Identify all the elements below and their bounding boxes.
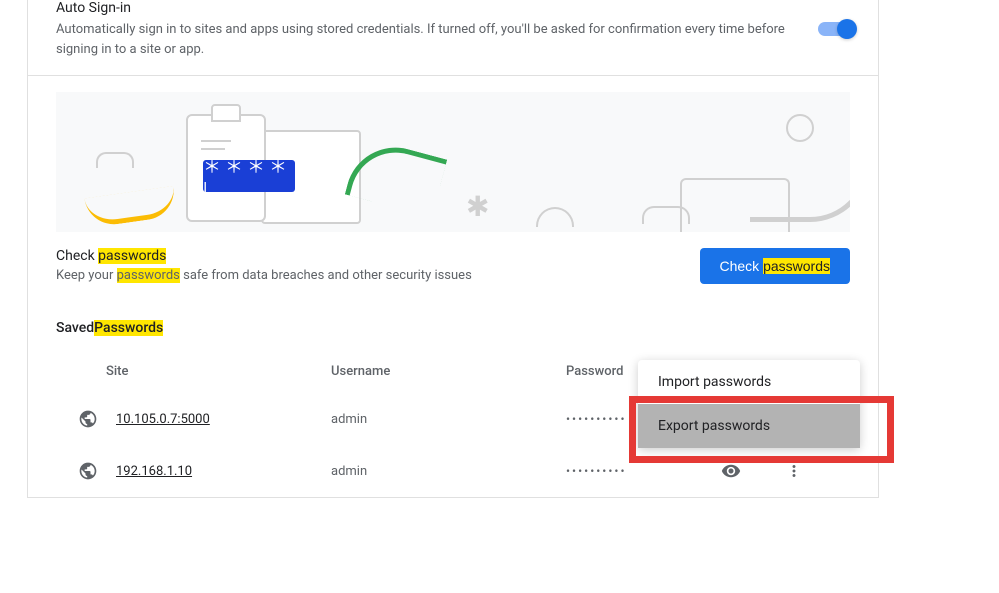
username-cell: admin [331, 412, 566, 427]
auto-signin-toggle[interactable] [818, 22, 854, 36]
check-passwords-button[interactable]: Check passwords [700, 248, 851, 284]
col-username: Username [331, 364, 566, 379]
more-vert-icon[interactable] [785, 462, 803, 480]
col-site: Site [106, 364, 331, 379]
username-cell: admin [331, 464, 566, 479]
site-link[interactable]: 10.105.0.7:5000 [116, 412, 331, 427]
password-cell: •••••••••• [566, 464, 721, 478]
auto-signin-title: Auto Sign-in [56, 0, 794, 16]
auto-signin-desc: Automatically sign in to sites and apps … [56, 20, 794, 59]
eye-icon[interactable] [721, 461, 741, 481]
check-title: Check passwords [56, 248, 676, 264]
table-row: 192.168.1.10 admin •••••••••• [28, 445, 878, 497]
toggle-knob [837, 19, 857, 39]
check-passwords-row: Check passwords Keep your passwords safe… [28, 232, 878, 314]
globe-icon [78, 409, 98, 429]
saved-passwords-header: Saved Passwords [28, 314, 878, 350]
illustration-banner: ＊＊＊＊ | ✱ [56, 92, 850, 232]
menu-import-passwords[interactable]: Import passwords [638, 360, 860, 404]
check-desc: Keep your passwords safe from data breac… [56, 268, 676, 283]
globe-icon [78, 461, 98, 481]
context-menu: Import passwords Export passwords [638, 360, 860, 448]
site-link[interactable]: 192.168.1.10 [116, 464, 331, 479]
menu-export-passwords[interactable]: Export passwords [638, 404, 860, 448]
auto-signin-section: Auto Sign-in Automatically sign in to si… [28, 0, 878, 76]
